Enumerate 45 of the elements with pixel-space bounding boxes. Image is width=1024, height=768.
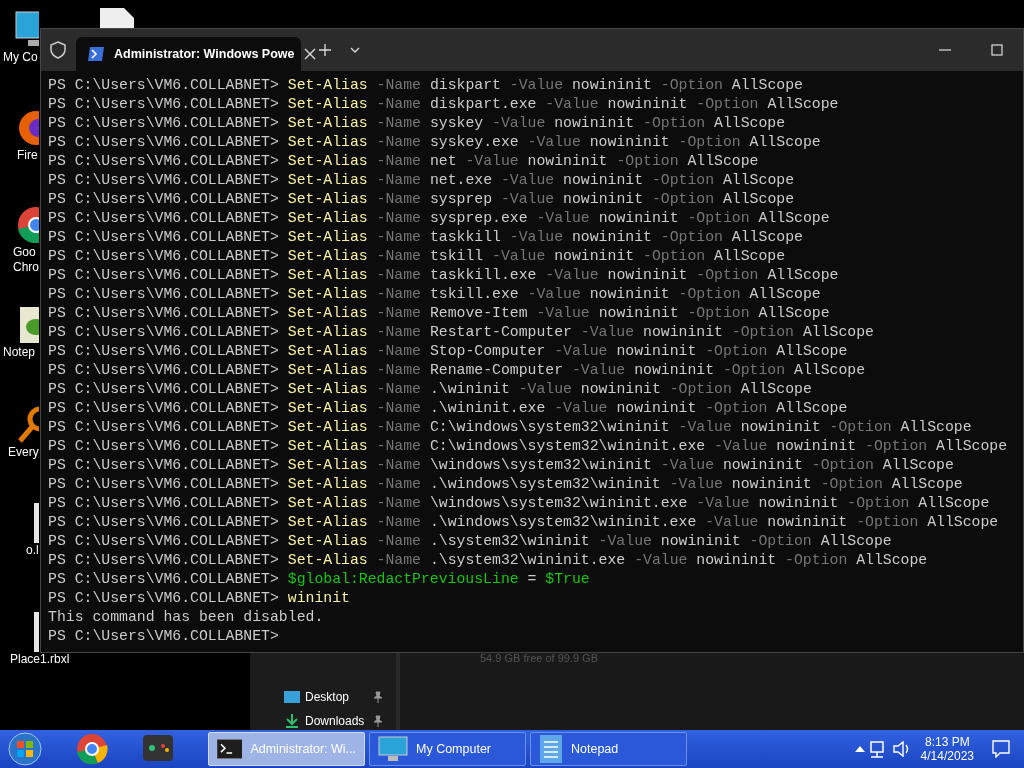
- terminal-line: PS C:\Users\VM6.COLLABNET> Set-Alias -Name .\system32\wininit -Value nowininit -Option AllScope: [48, 532, 892, 551]
- terminal-line: PS C:\Users\VM6.COLLABNET> Set-Alias -Name .\system32\wininit.exe -Value nowininit -Option AllScope: [48, 551, 928, 570]
- terminal-line: PS C:\Users\VM6.COLLABNET> Set-Alias -Name .\wininit -Value nowininit -Option AllScope: [48, 380, 812, 399]
- terminal-line: PS C:\Users\VM6.COLLABNET> Set-Alias -Name sysprep.exe -Value nowininit -Option AllScope: [48, 209, 830, 228]
- storage-text: 54.9 GB free of 99.9 GB: [480, 652, 598, 664]
- taskbar-button[interactable]: Notepad: [530, 732, 687, 766]
- terminal-line: PS C:\Users\VM6.COLLABNET> Set-Alias -Name net -Value nowininit -Option AllScope: [48, 152, 759, 171]
- terminal-line: PS C:\Users\VM6.COLLABNET> Set-Alias -Name Rename-Computer -Value nowininit -Option AllScope: [48, 361, 866, 380]
- terminal-line: PS C:\Users\VM6.COLLABNET> Set-Alias -Name diskpart -Value nowininit -Option AllScope: [48, 76, 803, 95]
- icon-label: Notep: [2, 345, 36, 360]
- nav-item[interactable]: Downloads: [284, 714, 396, 728]
- terminal-line: PS C:\Users\VM6.COLLABNET> Set-Alias -Name syskey -Value nowininit -Option AllScope: [48, 114, 786, 133]
- icon-label: Every: [7, 445, 39, 460]
- terminal-line: PS C:\Users\VM6.COLLABNET> Set-Alias -Name C:\windows\system32\wininit.exe -Value nowininit -Option AllScope: [48, 437, 1008, 456]
- terminal-line: PS C:\Users\VM6.COLLABNET> Set-Alias -Name net.exe -Value nowininit -Option AllScope: [48, 171, 795, 190]
- tab-title: Administrator: Windows Powe: [114, 47, 295, 61]
- terminal-line: PS C:\Users\VM6.COLLABNET> Set-Alias -Name .\windows\system32\wininit -Value nowininit -Option AllScope: [48, 475, 963, 494]
- terminal-line: PS C:\Users\VM6.COLLABNET> Set-Alias -Name sysprep -Value nowininit -Option AllScope: [48, 190, 795, 209]
- terminal-line: PS C:\Users\VM6.COLLABNET> Set-Alias -Name tskill -Value nowininit -Option AllScope: [48, 247, 786, 266]
- terminal-line: PS C:\Users\VM6.COLLABNET> Set-Alias -Name Stop-Computer -Value nowininit -Option AllScope: [48, 342, 848, 361]
- terminal-line: This command has been disabled.: [48, 608, 324, 627]
- terminal-line: PS C:\Users\VM6.COLLABNET> Set-Alias -Name .\windows\system32\wininit.exe -Value nowininit -Option AllScope: [48, 513, 999, 532]
- icon-label: Fire: [16, 148, 38, 163]
- terminal-line: PS C:\Users\VM6.COLLABNET> Set-Alias -Name diskpart.exe -Value nowininit -Option AllScope: [48, 95, 839, 114]
- clock-date[interactable]: 4/14/2023: [920, 749, 974, 763]
- terminal-line: PS C:\Users\VM6.COLLABNET> Set-Alias -Name Remove-Item -Value nowininit -Option AllScope: [48, 304, 830, 323]
- icon-label: o.l: [25, 543, 39, 558]
- terminal-line: PS C:\Users\VM6.COLLABNET>: [48, 627, 279, 646]
- icon-label: My Co: [2, 50, 38, 65]
- terminal-line: PS C:\Users\VM6.COLLABNET> $global:RedactPreviousLine = $True: [48, 570, 590, 589]
- nav-item[interactable]: Desktop: [284, 690, 396, 704]
- terminal-line: PS C:\Users\VM6.COLLABNET> Set-Alias -Name taskkill.exe -Value nowininit -Option AllScope: [48, 266, 839, 285]
- terminal-line: PS C:\Users\VM6.COLLABNET> Set-Alias -Name tskill.exe -Value nowininit -Option AllScope: [48, 285, 821, 304]
- terminal-line: PS C:\Users\VM6.COLLABNET> wininit: [48, 589, 350, 608]
- terminal-line: PS C:\Users\VM6.COLLABNET> Set-Alias -Name .\wininit.exe -Value nowininit -Option AllScope: [48, 399, 848, 418]
- terminal-line: PS C:\Users\VM6.COLLABNET> Set-Alias -Name C:\windows\system32\wininit -Value nowininit -Option AllScope: [48, 418, 972, 437]
- taskbar-button[interactable]: My Computer: [369, 732, 526, 766]
- clock-time[interactable]: 8:13 PM: [924, 735, 970, 749]
- terminal-line: PS C:\Users\VM6.COLLABNET> Set-Alias -Name Restart-Computer -Value nowininit -Option AllScope: [48, 323, 874, 342]
- terminal-line: PS C:\Users\VM6.COLLABNET> Set-Alias -Name syskey.exe -Value nowininit -Option AllScope: [48, 133, 821, 152]
- terminal-line: PS C:\Users\VM6.COLLABNET> Set-Alias -Name \windows\system32\wininit.exe -Value nowininit -Option AllScope: [48, 494, 990, 513]
- icon-label: Goo Chro: [12, 245, 39, 275]
- terminal-line: PS C:\Users\VM6.COLLABNET> Set-Alias -Name taskkill -Value nowininit -Option AllScope: [48, 228, 803, 247]
- terminal-line: PS C:\Users\VM6.COLLABNET> Set-Alias -Name \windows\system32\wininit -Value nowininit -Option AllScope: [48, 456, 954, 475]
- icon-label: Place1.rbxl: [9, 652, 70, 667]
